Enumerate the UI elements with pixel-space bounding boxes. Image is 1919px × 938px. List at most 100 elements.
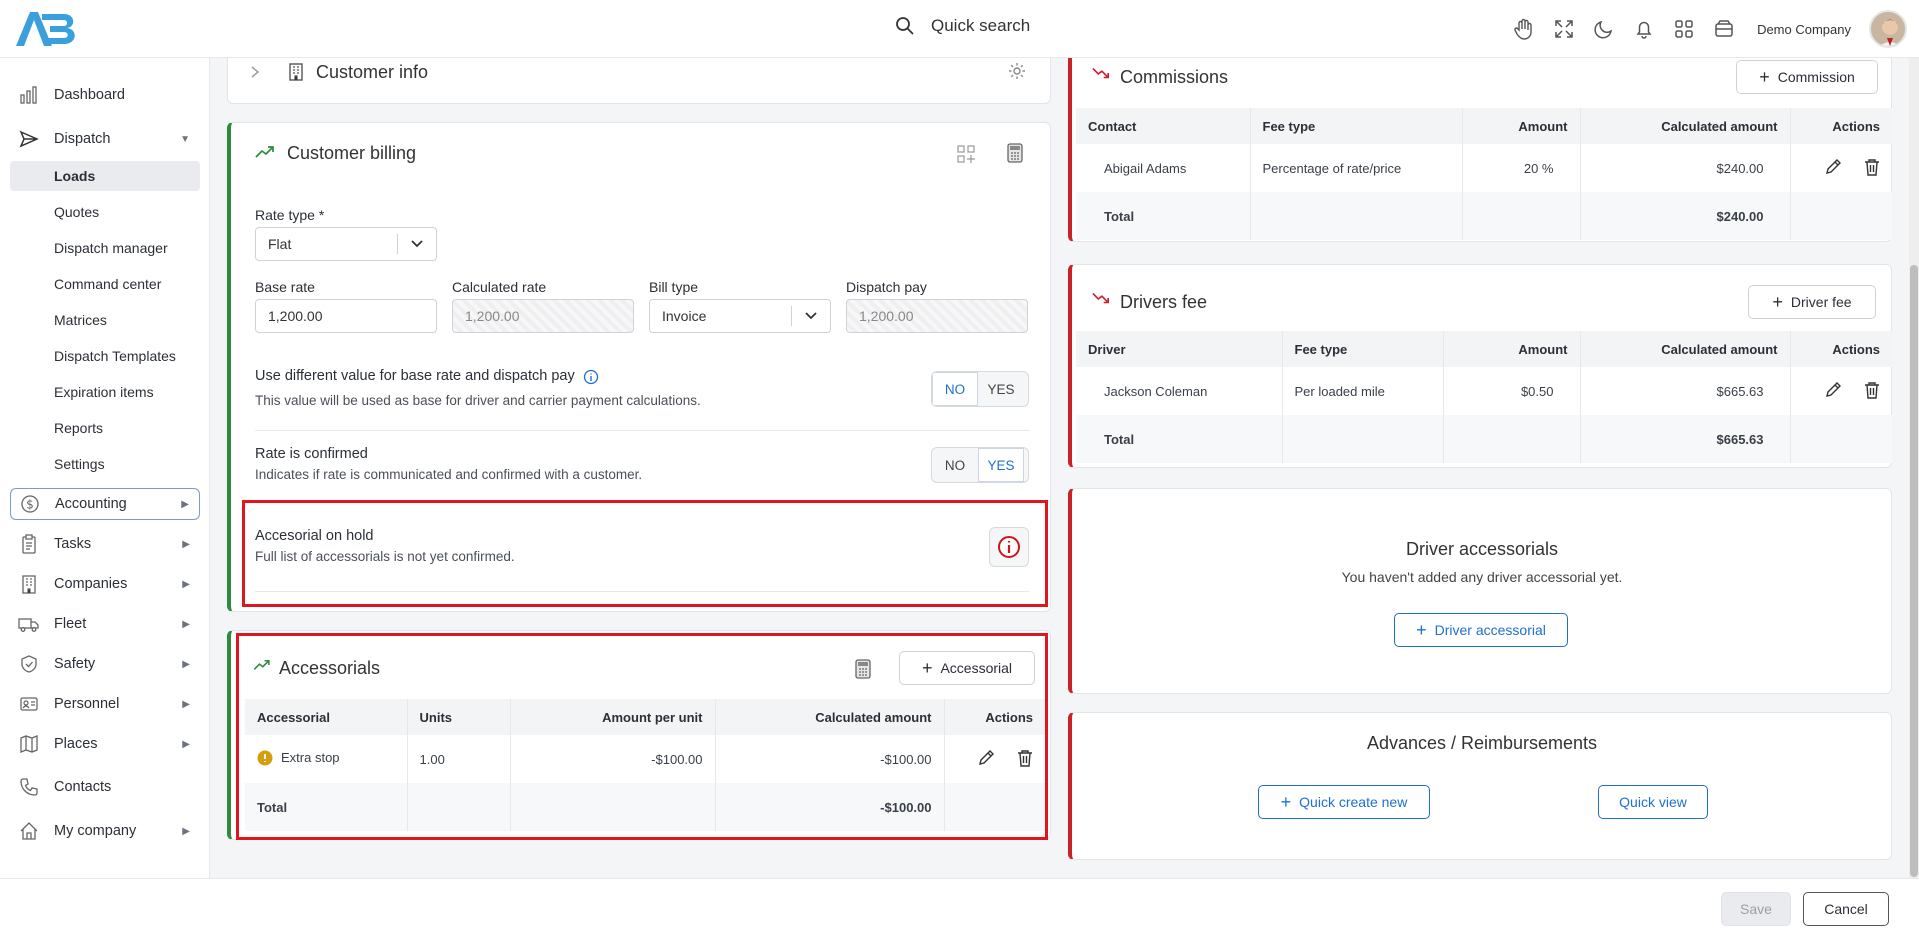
add-driver-fee-button[interactable]: + Driver fee [1748, 285, 1876, 319]
save-button[interactable]: Save [1721, 892, 1791, 926]
info-icon[interactable] [583, 369, 599, 385]
trending-down-icon [1092, 67, 1110, 79]
pencil-icon[interactable] [1824, 158, 1842, 176]
commissions-title: Commissions [1120, 67, 1229, 87]
driver-accessorials-empty: You haven't added any driver accessorial… [1341, 569, 1623, 585]
caret-right-icon: ▶ [182, 738, 190, 750]
sidebar-sub-loads[interactable]: Loads [10, 161, 200, 191]
col-header[interactable]: Amount [1462, 108, 1581, 144]
toggle-yes[interactable]: YES [978, 372, 1024, 406]
trash-icon[interactable] [1864, 381, 1880, 399]
top-bar: Quick search Demo Company [0, 0, 1919, 58]
total-row: Total $665.63 [1076, 415, 1892, 463]
quick-view-label: Quick view [1619, 794, 1687, 810]
truck-icon [18, 613, 40, 635]
sidebar-item-label: Contacts [54, 779, 112, 795]
base-rate-input[interactable]: 1,200.00 [255, 299, 437, 333]
bill-type-select[interactable]: Invoice [649, 299, 831, 333]
caret-right-icon: ▶ [182, 825, 190, 837]
quick-view-button[interactable]: Quick view [1598, 785, 1708, 819]
sidebar-sub-reports[interactable]: Reports [10, 413, 200, 443]
col-header[interactable]: Fee type [1282, 331, 1444, 367]
pencil-icon[interactable] [1824, 381, 1842, 399]
toggle-yes[interactable]: YES [978, 448, 1024, 482]
sidebar-item-places[interactable]: Places ▶ [10, 729, 200, 759]
commissions-table: Contact Fee type Amount Calculated amoun… [1076, 108, 1892, 240]
sidebar-item-personnel[interactable]: Personnel ▶ [10, 689, 200, 719]
rate-type-value: Flat [268, 236, 292, 252]
sidebar-item-label: Dispatch [54, 131, 111, 147]
fullscreen-icon[interactable] [1553, 18, 1575, 40]
sidebar-item-label: Fleet [54, 616, 87, 632]
add-commission-button[interactable]: + Commission [1736, 60, 1878, 94]
col-header[interactable]: Fee type [1250, 108, 1463, 144]
drivers-fee-table: Driver Fee type Amount Calculated amount… [1076, 331, 1892, 463]
col-header[interactable]: Driver [1076, 331, 1283, 367]
quick-search[interactable]: Quick search [895, 16, 1030, 36]
sidebar-item-tasks[interactable]: Tasks ▶ [10, 529, 200, 559]
caret-right-icon: ▶ [182, 658, 190, 670]
scrollbar-thumb[interactable] [1910, 265, 1918, 877]
toggle-no[interactable]: NO [932, 372, 978, 406]
save-label: Save [1740, 901, 1772, 917]
sidebar: Dashboard Dispatch ▼ Loads Quotes Dispat… [0, 58, 210, 878]
diff-value-desc: This value will be used as base for driv… [255, 393, 701, 408]
table-row[interactable]: Abigail Adams Percentage of rate/price 2… [1076, 144, 1892, 192]
user-avatar[interactable] [1869, 10, 1907, 48]
toggle-no[interactable]: NO [932, 448, 978, 482]
sidebar-item-safety[interactable]: Safety ▶ [10, 649, 200, 679]
cancel-button[interactable]: Cancel [1803, 892, 1889, 926]
quick-create-new-button[interactable]: + Quick create new [1258, 785, 1430, 819]
col-header[interactable]: Contact [1076, 108, 1251, 144]
add-driver-accessorial-button[interactable]: + Driver accessorial [1394, 613, 1568, 647]
apps-grid-icon[interactable] [1673, 18, 1695, 40]
rate-confirmed-toggle[interactable]: NO YES [931, 447, 1029, 483]
sidebar-sub-dispatch-manager[interactable]: Dispatch manager [10, 233, 200, 263]
sidebar-item-accounting[interactable]: $ Accounting ▶ [10, 488, 200, 520]
rate-confirmed-desc: Indicates if rate is communicated and co… [255, 467, 643, 482]
bill-type-label: Bill type [649, 279, 699, 295]
calculated-amount-cell: $665.63 [1580, 367, 1791, 415]
chevron-right-icon[interactable] [250, 65, 260, 79]
drivers-fee-title: Drivers fee [1120, 292, 1208, 312]
sidebar-item-label: Personnel [54, 696, 120, 712]
col-header[interactable]: Amount [1443, 331, 1581, 367]
rate-type-select[interactable]: Flat [255, 227, 437, 261]
amount-cell: $0.50 [1443, 367, 1581, 415]
col-header[interactable]: Calculated amount [1580, 108, 1791, 144]
table-row[interactable]: Jackson Coleman Per loaded mile $0.50 $6… [1076, 367, 1892, 415]
moon-icon[interactable] [1593, 18, 1615, 40]
sidebar-sub-dispatch-templates[interactable]: Dispatch Templates [10, 341, 200, 371]
wallet-icon[interactable] [1713, 18, 1735, 40]
sidebar-sub-expiration-items[interactable]: Expiration items [10, 377, 200, 407]
map-icon [18, 733, 40, 755]
sidebar-sub-settings[interactable]: Settings [10, 449, 200, 479]
app-logo[interactable] [12, 8, 82, 50]
plus-icon: + [1759, 66, 1770, 87]
col-header[interactable]: Calculated amount [1580, 331, 1791, 367]
sidebar-item-contacts[interactable]: Contacts [10, 772, 200, 802]
sidebar-item-label: Accounting [55, 496, 127, 512]
calculated-rate-input: 1,200.00 [452, 299, 634, 333]
dispatch-pay-label: Dispatch pay [846, 279, 927, 295]
diff-value-toggle[interactable]: NO YES [931, 371, 1029, 407]
customer-billing-title: Customer billing [287, 143, 417, 163]
sidebar-sub-quotes[interactable]: Quotes [10, 197, 200, 227]
sidebar-item-fleet[interactable]: Fleet ▶ [10, 609, 200, 639]
sidebar-sub-command-center[interactable]: Command center [10, 269, 200, 299]
svg-text:$: $ [26, 498, 34, 512]
trash-icon[interactable] [1864, 158, 1880, 176]
calculator-icon[interactable] [1007, 143, 1023, 163]
sidebar-sub-matrices[interactable]: Matrices [10, 305, 200, 335]
sidebar-item-dispatch[interactable]: Dispatch ▼ [10, 124, 200, 154]
gear-icon[interactable] [1008, 62, 1026, 80]
sidebar-item-companies[interactable]: Companies ▶ [10, 569, 200, 599]
sidebar-item-dashboard[interactable]: Dashboard [10, 80, 200, 110]
hand-icon[interactable] [1513, 18, 1535, 40]
shield-icon [18, 653, 40, 675]
bell-icon[interactable] [1633, 18, 1655, 40]
add-widget-icon[interactable] [957, 145, 975, 163]
company-name[interactable]: Demo Company [1757, 22, 1851, 37]
total-label: Total [1076, 192, 1251, 240]
sidebar-item-my-company[interactable]: My company ▶ [10, 816, 200, 846]
